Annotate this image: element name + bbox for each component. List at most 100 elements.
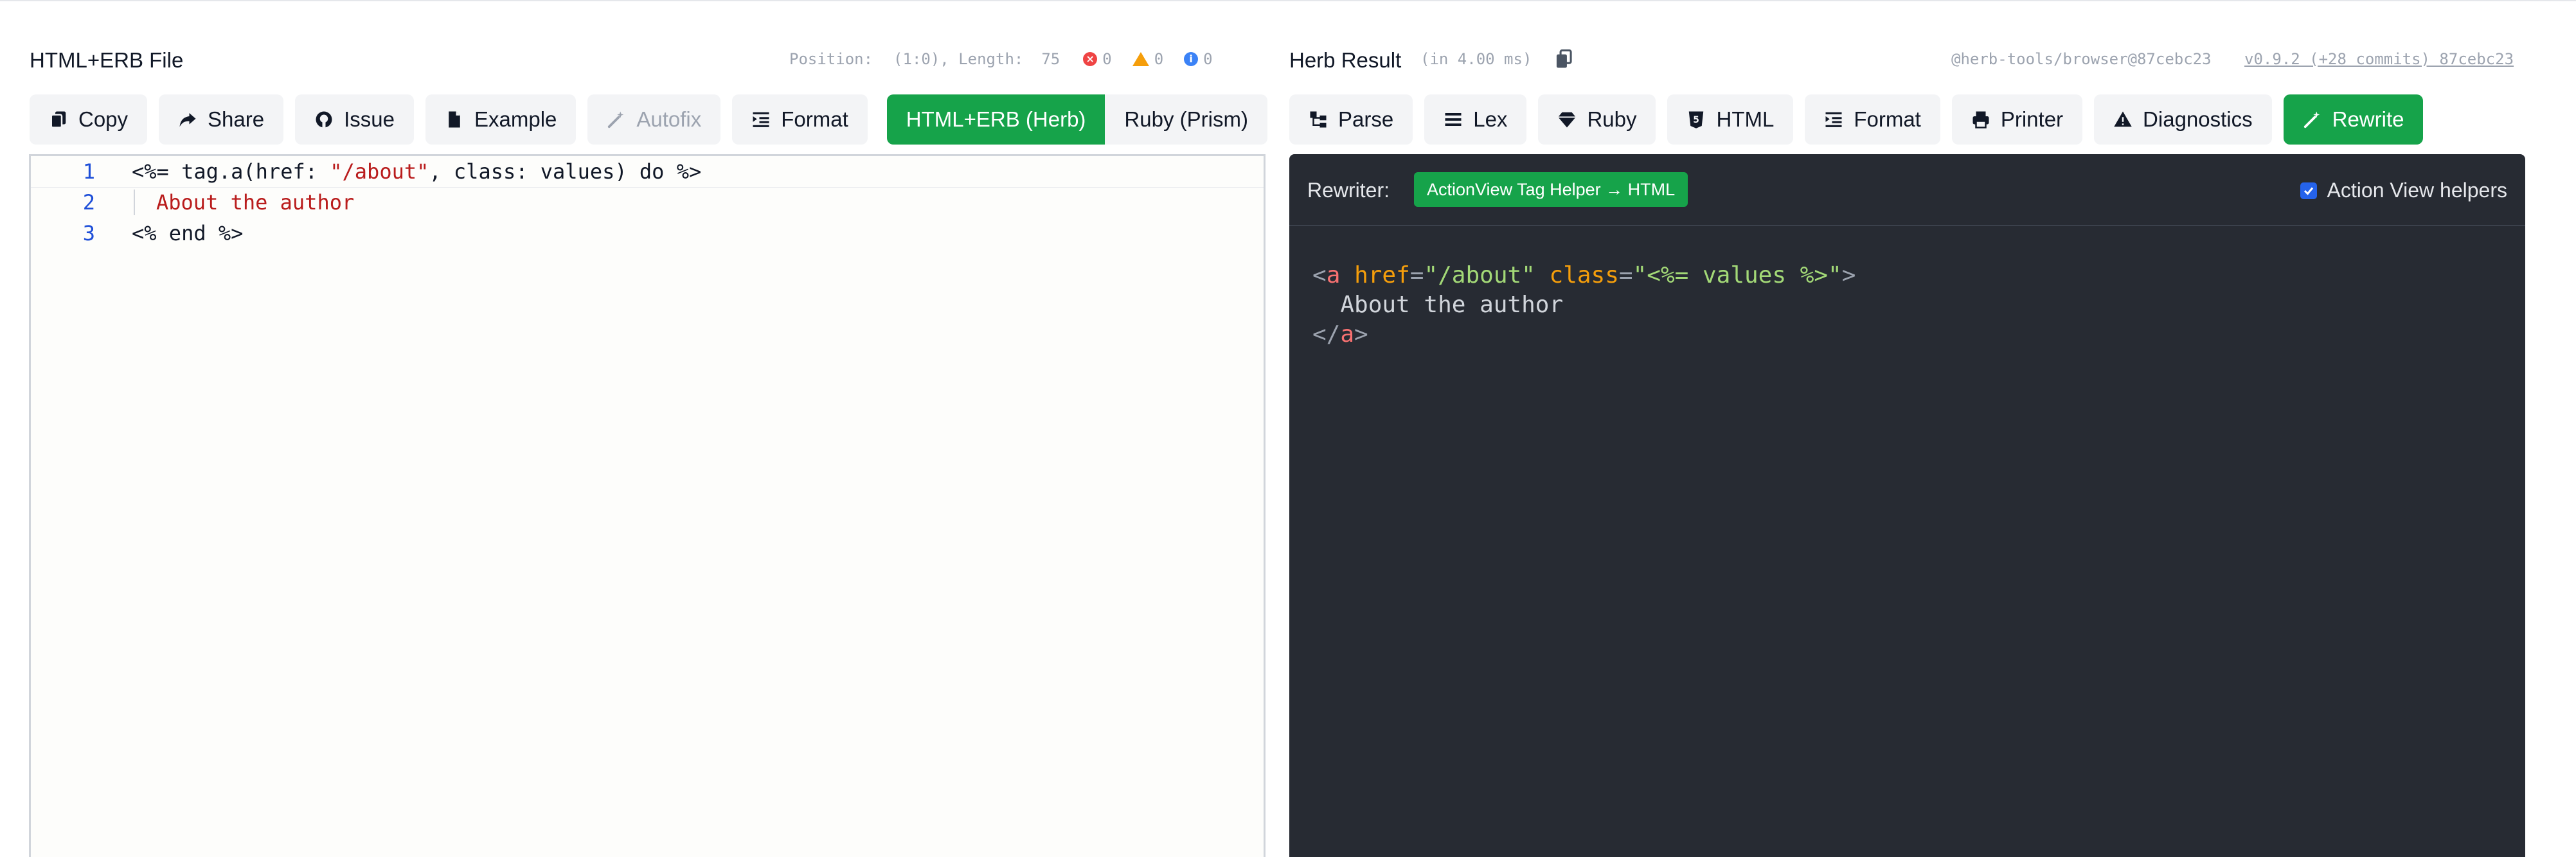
output-tag: a — [1326, 262, 1341, 288]
package-version: @herb-tools/browser@87cebc23 — [1951, 50, 2212, 68]
output-token: = — [1618, 262, 1633, 288]
format-label: Format — [781, 107, 848, 131]
checkbox-checked-icon — [2300, 182, 2317, 199]
share-button[interactable]: Share — [159, 94, 284, 145]
mode-prism-button[interactable]: Ruby (Prism) — [1105, 94, 1267, 145]
indent-guide — [134, 190, 135, 215]
copy-label: Copy — [78, 107, 129, 131]
example-button[interactable]: Example — [425, 94, 577, 145]
editor-line-3[interactable]: 3 <% end %> — [31, 218, 1264, 249]
copy-result-button[interactable] — [1554, 49, 1573, 73]
left-panel-title: HTML+ERB File — [30, 48, 184, 72]
issue-button[interactable]: Issue — [295, 94, 414, 145]
left-toolbar: Copy Share Issue Example Autofix Format … — [30, 94, 1267, 145]
ruby-label: Ruby — [1587, 107, 1637, 131]
rewrite-button[interactable]: Rewrite — [2283, 94, 2424, 145]
indent-icon — [753, 112, 769, 127]
share-label: Share — [208, 107, 265, 131]
gem-icon — [1558, 112, 1577, 128]
action-view-helpers-label: Action View helpers — [2327, 179, 2507, 202]
format-result-button[interactable]: Format — [1805, 94, 1940, 145]
code-token: <%= tag.a(href: — [132, 159, 330, 184]
list-icon — [1445, 113, 1462, 126]
code-string: "/about" — [330, 159, 429, 184]
error-count-value: 0 — [1102, 50, 1112, 68]
format-result-label: Format — [1854, 107, 1921, 131]
output-token: = — [1409, 262, 1424, 288]
html-label: HTML — [1716, 107, 1775, 131]
action-view-helpers-checkbox[interactable]: Action View helpers — [2300, 179, 2507, 202]
right-toolbar: Parse Lex Ruby 5 HTML Format Printer Dia… — [1289, 94, 2424, 145]
ruby-button[interactable]: Ruby — [1538, 94, 1656, 145]
position-value: (1:0), Length: — [893, 50, 1024, 68]
editor-line-1[interactable]: 1 <%= tag.a(href: "/about", class: value… — [31, 156, 1264, 188]
rewriter-label: Rewriter: — [1307, 179, 1390, 202]
warning-count-value: 0 — [1154, 50, 1164, 68]
diagnostics-button[interactable]: Diagnostics — [2094, 94, 2272, 145]
html-button[interactable]: 5 HTML — [1667, 94, 1794, 145]
output-string: " — [1632, 262, 1647, 288]
output-erb: <%= values %> — [1647, 262, 1829, 288]
example-label: Example — [474, 107, 557, 131]
editor-line-2[interactable]: 2 About the author — [31, 187, 1264, 218]
info-icon: i — [1184, 52, 1199, 66]
mode-herb-button[interactable]: HTML+ERB (Herb) — [886, 94, 1105, 145]
rewrite-label: Rewrite — [2332, 107, 2404, 131]
copy-icon — [50, 111, 66, 128]
line-number: 3 — [82, 221, 95, 245]
printer-icon — [1972, 111, 1989, 128]
issue-label: Issue — [344, 107, 395, 131]
lex-button[interactable]: Lex — [1424, 94, 1527, 145]
output-line-1: <a href="/about" class="<%= values %>"> — [1312, 261, 1856, 290]
top-border — [0, 0, 2576, 1]
rewriter-badge[interactable]: ActionView Tag Helper → HTML — [1414, 172, 1688, 207]
output-attr: class — [1549, 262, 1619, 288]
warning-triangle-icon — [2114, 111, 2132, 127]
output-token: > — [1354, 321, 1368, 348]
line-code: <% end %> — [132, 221, 244, 245]
info-count-value: 0 — [1203, 50, 1213, 68]
info-count[interactable]: i 0 — [1184, 50, 1213, 68]
line-number: 2 — [82, 190, 95, 215]
output-tag: a — [1340, 321, 1355, 348]
length-value: 75 — [1041, 50, 1060, 68]
autofix-button[interactable]: Autofix — [587, 94, 721, 145]
line-code: About the author — [156, 190, 355, 215]
result-timing: (in 4.00 ms) — [1420, 50, 1532, 68]
output-attr: href — [1354, 262, 1410, 288]
lex-label: Lex — [1473, 107, 1508, 131]
output-token: > — [1841, 262, 1856, 288]
output-token: < — [1312, 262, 1327, 288]
error-count[interactable]: × 0 — [1083, 50, 1112, 68]
output-string: " — [1828, 262, 1842, 288]
result-panel: Rewriter: ActionView Tag Helper → HTML A… — [1289, 154, 2525, 857]
output-token: </ — [1312, 321, 1341, 348]
printer-label: Printer — [2000, 107, 2064, 131]
code-editor[interactable]: 1 <%= tag.a(href: "/about", class: value… — [29, 154, 1266, 857]
clipboard-icon — [1556, 49, 1572, 68]
file-icon — [449, 111, 460, 128]
version-link[interactable]: v0.9.2 (+28 commits) 87cebc23 — [2244, 50, 2514, 68]
parse-button[interactable]: Parse — [1289, 94, 1413, 145]
code-token: , class: values) do %> — [429, 159, 702, 184]
output-line-3: </a> — [1312, 320, 1368, 349]
warning-icon — [1132, 52, 1149, 66]
position-label: Position: — [789, 50, 873, 68]
warning-count[interactable]: 0 — [1132, 50, 1163, 68]
diagnostics-label: Diagnostics — [2143, 107, 2253, 131]
html5-icon: 5 — [1689, 111, 1704, 128]
copy-button[interactable]: Copy — [30, 94, 148, 145]
magic-wand-icon — [608, 111, 624, 128]
printer-button[interactable]: Printer — [1951, 94, 2083, 145]
tree-icon — [1310, 111, 1327, 128]
line-code: <%= tag.a(href: "/about", class: values)… — [132, 156, 701, 187]
autofix-label: Autofix — [636, 107, 702, 131]
magic-wand-icon — [2303, 111, 2320, 128]
language-mode-toggle: HTML+ERB (Herb) Ruby (Prism) — [886, 94, 1267, 145]
line-number: 1 — [82, 159, 95, 184]
github-icon — [316, 111, 332, 128]
svg-text:5: 5 — [1694, 115, 1700, 125]
output-line-2: About the author — [1312, 292, 1564, 318]
cursor-status: Position: (1:0), Length: 75 × 0 0 i 0 — [789, 50, 1213, 68]
format-button[interactable]: Format — [732, 94, 868, 145]
